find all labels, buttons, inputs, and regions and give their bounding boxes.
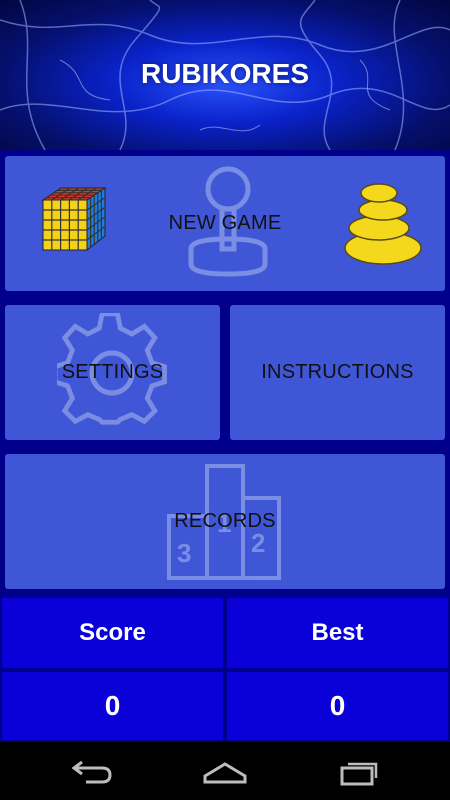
settings-label: SETTINGS [61,361,164,383]
header-banner: RUBIKORES [0,0,450,150]
stacked-stones-icon [344,183,422,265]
instructions-button[interactable]: INSTRUCTIONS [230,305,445,440]
svg-text:3: 3 [177,538,191,568]
best-value: 0 [227,672,448,740]
new-game-label: NEW GAME [168,212,282,234]
best-label: Best [227,598,448,668]
records-button[interactable]: 1 2 3 RECORDS [5,454,445,589]
recent-apps-icon[interactable] [334,758,382,786]
records-label: RECORDS [174,510,276,532]
back-icon[interactable] [68,758,116,786]
score-value: 0 [2,672,223,740]
score-label: Score [2,598,223,668]
navigation-bar [0,742,450,800]
score-panel: Score Best 0 0 [0,596,450,740]
instructions-label: INSTRUCTIONS [261,361,414,383]
app-title: RUBIKORES [140,58,309,89]
new-game-button[interactable]: NEW GAME [5,156,445,291]
home-icon[interactable] [201,758,249,786]
rubiks-cube-icon [41,187,107,252]
settings-button[interactable]: SETTINGS [5,305,220,440]
